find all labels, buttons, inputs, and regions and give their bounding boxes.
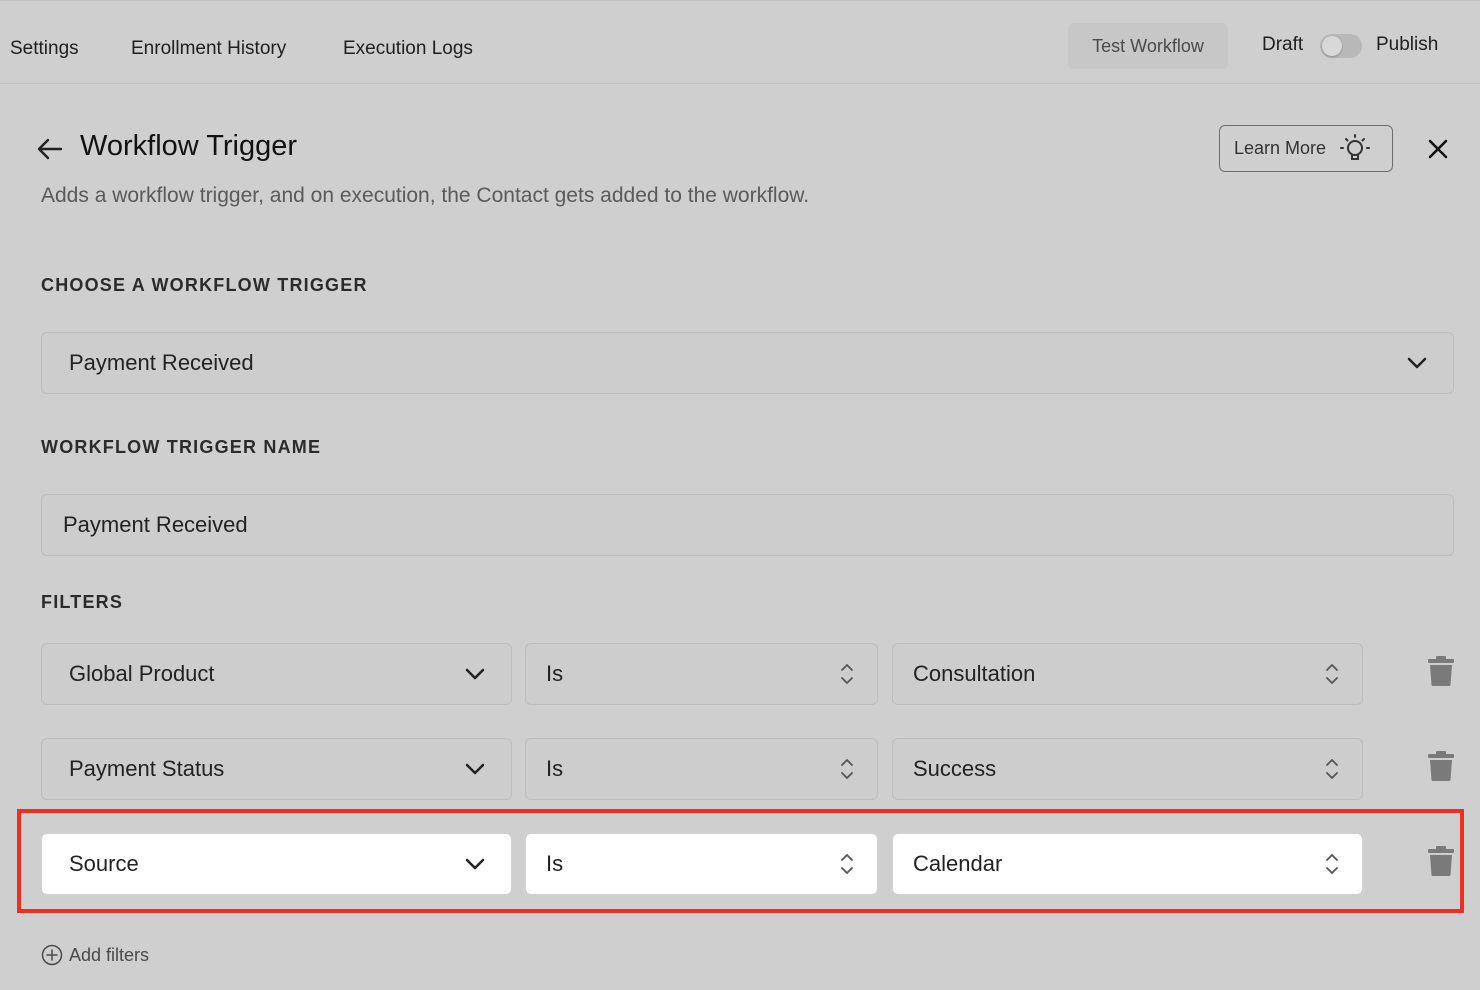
filter-field-value: Global Product (69, 661, 215, 686)
close-icon[interactable] (1424, 135, 1452, 163)
filter-value-text: Consultation (913, 661, 1036, 686)
page-title: Workflow Trigger (80, 130, 298, 162)
filter-value-select[interactable]: Success (892, 738, 1363, 800)
back-arrow-icon[interactable] (34, 133, 66, 165)
learn-more-label: Learn More (1234, 138, 1327, 158)
draft-label: Draft (1262, 34, 1304, 55)
trigger-select-value: Payment Received (69, 350, 254, 375)
up-down-chevron-icon (841, 759, 853, 779)
filter-value-text: Success (913, 756, 997, 781)
trash-icon[interactable] (1427, 750, 1455, 782)
chevron-down-icon (465, 668, 485, 680)
filter-field-value: Payment Status (69, 756, 225, 781)
filter-field-value: Source (69, 851, 139, 876)
chevron-down-icon (465, 763, 485, 775)
plus-circle-icon (41, 944, 63, 966)
up-down-chevron-icon (841, 664, 853, 684)
publish-toggle[interactable] (1320, 34, 1362, 58)
filter-field-select[interactable]: Payment Status (41, 738, 512, 800)
add-filters-label: Add filters (69, 944, 150, 965)
tab-enrollment-history[interactable]: Enrollment History (131, 38, 286, 60)
chevron-down-icon (465, 858, 485, 870)
up-down-chevron-icon (1326, 664, 1338, 684)
filters-label: FILTERS (41, 592, 124, 612)
filter-operator-value: Is (546, 851, 564, 876)
filter-field-select[interactable]: Source (41, 833, 512, 895)
filter-value-select[interactable]: Consultation (892, 643, 1363, 705)
top-navigation-bar: Settings Enrollment History Execution Lo… (0, 0, 1480, 84)
filter-operator-value: Is (546, 661, 564, 686)
filter-value-text: Calendar (913, 851, 1003, 876)
trash-icon[interactable] (1427, 655, 1455, 687)
up-down-chevron-icon (1326, 759, 1338, 779)
trigger-name-input[interactable]: Payment Received (41, 494, 1454, 556)
filter-operator-value: Is (546, 756, 564, 781)
trigger-select[interactable]: Payment Received (41, 332, 1454, 394)
filter-value-select[interactable]: Calendar (892, 833, 1363, 895)
toggle-knob (1322, 36, 1342, 56)
panel-description: Adds a workflow trigger, and on executio… (41, 184, 810, 207)
trigger-name-value: Payment Received (63, 512, 248, 537)
filter-operator-select[interactable]: Is (525, 738, 878, 800)
tab-settings[interactable]: Settings (10, 38, 79, 60)
choose-trigger-label: CHOOSE A WORKFLOW TRIGGER (41, 275, 368, 295)
filter-operator-select[interactable]: Is (525, 833, 878, 895)
learn-more-button[interactable]: Learn More (1219, 125, 1393, 172)
trigger-name-label: WORKFLOW TRIGGER NAME (41, 437, 322, 457)
publish-label: Publish (1376, 34, 1439, 55)
up-down-chevron-icon (841, 854, 853, 874)
trash-icon[interactable] (1427, 845, 1455, 877)
tab-execution-logs[interactable]: Execution Logs (343, 38, 473, 60)
up-down-chevron-icon (1326, 854, 1338, 874)
add-filters-button[interactable]: Add filters (41, 944, 149, 966)
filter-operator-select[interactable]: Is (525, 643, 878, 705)
filter-field-select[interactable]: Global Product (41, 643, 512, 705)
lightbulb-icon (1340, 133, 1371, 160)
chevron-down-icon (1407, 357, 1427, 369)
test-workflow-button[interactable]: Test Workflow (1068, 23, 1228, 69)
